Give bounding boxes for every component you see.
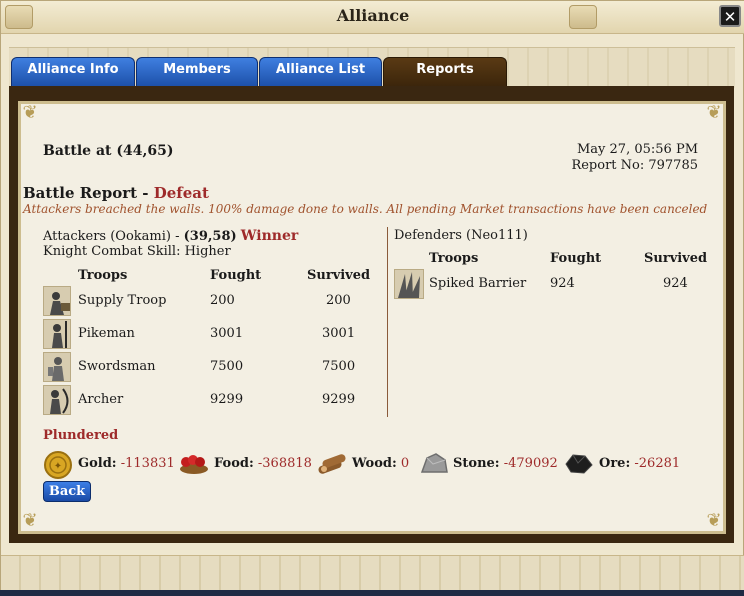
battle-report-label: Battle Report - xyxy=(23,184,154,202)
stone-value: -479092 xyxy=(503,456,558,471)
wood-icon xyxy=(318,454,346,474)
attacker-troop-survived: 3001 xyxy=(322,326,356,341)
gold-value: -113831 xyxy=(120,456,175,471)
pikeman-icon xyxy=(43,319,71,349)
stone-icon xyxy=(420,453,448,473)
attacker-troop-survived: 7500 xyxy=(322,359,356,374)
attackers-coords: (39,58) xyxy=(183,229,237,244)
gold-amount: Gold: -113831 xyxy=(78,456,175,471)
food-icon xyxy=(180,455,208,474)
close-button[interactable]: ✕ xyxy=(719,5,741,27)
stone-label: Stone: xyxy=(453,456,500,471)
attacker-troop-fought: 3001 xyxy=(210,326,244,341)
column-divider xyxy=(387,227,388,417)
gold-label: Gold: xyxy=(78,456,117,471)
ore-value: -26281 xyxy=(634,456,681,471)
report-date: May 27, 05:56 PM xyxy=(577,142,698,157)
attacker-troop-name: Archer xyxy=(78,392,124,407)
battle-result: Defeat xyxy=(153,184,209,202)
battle-summary: Attackers breached the walls. 100% damag… xyxy=(23,202,708,216)
back-button[interactable]: Back xyxy=(43,481,91,502)
tab-alliance-info[interactable]: Alliance Info xyxy=(11,57,135,87)
background-game-view xyxy=(0,590,744,596)
attacker-troop-name: Pikeman xyxy=(78,326,135,341)
title-bar: Alliance ✕ xyxy=(1,1,744,34)
defender-troop-fought: 924 xyxy=(550,276,575,291)
gold-icon: ✦ xyxy=(44,451,72,479)
svg-text:✦: ✦ xyxy=(54,461,62,472)
attacker-troop-survived: 9299 xyxy=(322,392,356,407)
tab-members[interactable]: Members xyxy=(136,57,258,87)
attackers-col-fought: Fought xyxy=(210,268,262,283)
supply-troop-icon xyxy=(43,286,71,316)
battle-report-title: Battle Report - Defeat xyxy=(23,184,209,202)
food-label: Food: xyxy=(214,456,254,471)
attackers-label: Attackers (Ookami) - xyxy=(43,229,184,244)
window-title: Alliance xyxy=(336,6,410,25)
ore-label: Ore: xyxy=(599,456,631,471)
attacker-troop-name: Swordsman xyxy=(78,359,156,374)
corner-ornament-bl: ❦ xyxy=(22,510,38,531)
defender-troop-name: Spiked Barrier xyxy=(429,276,527,291)
tab-reports[interactable]: Reports xyxy=(383,57,507,87)
ore-amount: Ore: -26281 xyxy=(599,456,680,471)
corner-ornament-tr: ❦ xyxy=(706,102,722,123)
attacker-troop-name: Supply Troop xyxy=(78,293,167,308)
food-value: -368818 xyxy=(257,456,312,471)
defenders-col-survived: Survived xyxy=(644,251,708,266)
defenders-col-troops: Troops xyxy=(429,251,479,266)
plundered-title: Plundered xyxy=(43,428,119,443)
knight-combat-skill: Knight Combat Skill: Higher xyxy=(43,244,231,259)
archer-icon xyxy=(43,385,71,415)
wood-label: Wood: xyxy=(352,456,397,471)
attacker-troop-fought: 7500 xyxy=(210,359,244,374)
attackers-outcome: Winner xyxy=(240,228,299,244)
stone-amount: Stone: -479092 xyxy=(453,456,558,471)
ore-icon xyxy=(565,454,593,474)
bottom-ornament-strip xyxy=(1,555,744,592)
tab-alliance-list[interactable]: Alliance List xyxy=(259,57,382,87)
attackers-col-survived: Survived xyxy=(307,268,371,283)
spiked-barrier-icon xyxy=(394,269,424,299)
wood-amount: Wood: 0 xyxy=(352,456,409,471)
wood-value: 0 xyxy=(400,456,410,471)
corner-ornament-br: ❦ xyxy=(706,510,722,531)
attackers-col-troops: Troops xyxy=(78,268,128,283)
corner-ornament-tl: ❦ xyxy=(22,102,38,123)
attacker-troop-survived: 200 xyxy=(326,293,351,308)
attacker-troop-fought: 200 xyxy=(210,293,235,308)
attackers-header: Attackers (Ookami) - (39,58) Winner xyxy=(43,228,298,244)
attacker-troop-fought: 9299 xyxy=(210,392,244,407)
defender-troop-survived: 924 xyxy=(663,276,688,291)
alliance-window: Alliance ✕ Alliance Info Members Allianc… xyxy=(0,0,744,592)
battle-location: Battle at (44,65) xyxy=(43,143,174,159)
defenders-header: Defenders (Neo111) xyxy=(394,228,528,243)
food-amount: Food: -368818 xyxy=(214,456,312,471)
swordsman-icon xyxy=(43,352,71,382)
scroll-ornament-right xyxy=(569,5,597,29)
defenders-col-fought: Fought xyxy=(550,251,602,266)
report-number: Report No: 797785 xyxy=(571,158,698,173)
